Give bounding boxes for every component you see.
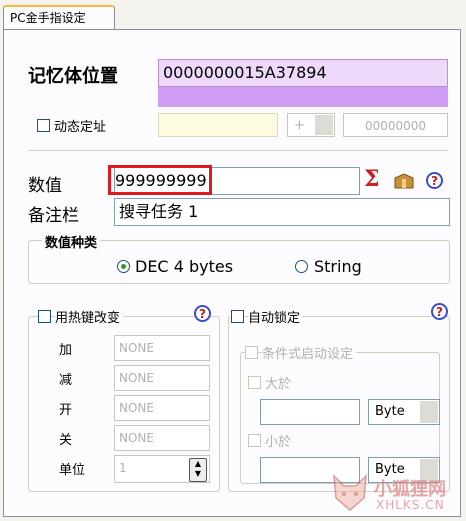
hotkey-unit-value: 1 [119,461,127,475]
less-checkbox [248,434,261,447]
value-label: 数值 [28,176,62,196]
hotkey-off-field[interactable]: NONE [114,425,210,451]
hotkey-sub-field[interactable]: NONE [114,365,210,391]
dynamic-address-checkbox[interactable] [37,119,50,132]
memory-location-bar [158,87,448,107]
fox-logo-icon [330,472,370,512]
box-icon[interactable] [394,173,414,189]
value-input[interactable]: 999999999 [108,165,212,195]
greater-label: 大於 [265,377,292,392]
dynamic-address-label: 动态定址 [54,120,107,135]
dynamic-operator-select: + [287,113,335,137]
hotkey-add-field[interactable]: NONE [114,335,210,361]
hotkey-on-label: 开 [59,403,73,418]
radio-string[interactable] [295,260,308,273]
hotkey-help-icon[interactable]: ? [194,305,211,322]
note-input[interactable]: 搜寻任务 1 [114,198,450,226]
greater-value-field[interactable] [260,399,360,425]
dynamic-operator-value: + [294,118,305,133]
autolock-label: 自动锁定 [248,307,304,326]
hotkey-label: 用热键改变 [55,307,124,326]
tab-pc-cheat-settings[interactable]: PC金手指设定 [3,5,115,29]
dynamic-offset-field: 00000000 [343,113,448,137]
hotkey-on-field[interactable]: NONE [114,395,210,421]
hotkey-off-label: 关 [59,433,73,448]
sigma-icon[interactable]: Σ [364,166,380,192]
chevron-down-icon [420,401,438,423]
hotkey-unit-label: 单位 [59,463,86,478]
value-type-label: 数值种类 [42,232,101,251]
conditional-label: 条件式启动设定 [262,343,357,362]
dynamic-base-field [158,113,278,137]
help-icon[interactable]: ? [426,172,443,189]
conditional-checkbox [245,346,258,359]
radio-string-label: String [314,257,362,276]
divider [28,150,448,151]
memory-location-field[interactable]: 0000000015A37894 [158,59,448,87]
memory-location-label: 记忆体位置 [28,66,118,87]
hotkey-unit-stepper[interactable]: 1 ▲ ▼ [114,455,210,483]
note-label: 备注栏 [28,206,79,226]
greater-type-select[interactable]: Byte [368,399,440,425]
radio-dec-4-bytes-label: DEC 4 bytes [135,257,234,276]
chevron-down-icon [315,115,333,135]
radio-dec-4-bytes[interactable] [117,260,130,273]
hotkey-sub-label: 减 [59,373,73,388]
hotkey-add-label: 加 [59,343,73,358]
less-label: 小於 [265,435,292,450]
greater-checkbox [248,376,261,389]
autolock-help-icon[interactable]: ? [431,303,448,320]
watermark-url: XHLKS.CN [376,498,445,512]
spin-arrows-icon[interactable]: ▲ ▼ [189,458,207,482]
autolock-checkbox[interactable] [231,310,244,323]
hotkey-checkbox[interactable] [38,310,51,323]
greater-type-value: Byte [375,404,405,419]
